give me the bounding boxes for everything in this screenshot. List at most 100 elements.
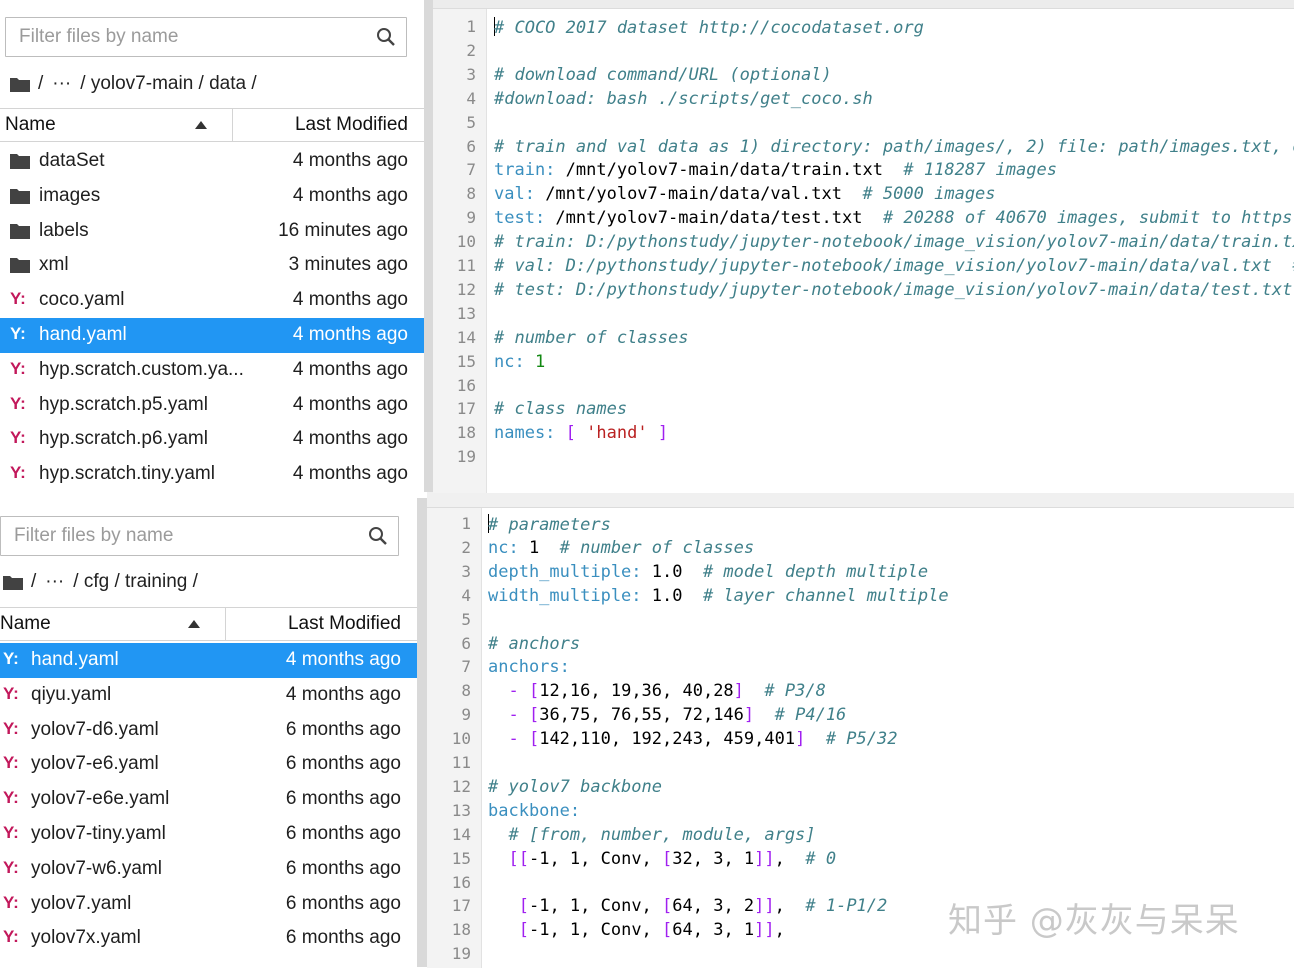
line-number: 11 bbox=[456, 256, 476, 275]
file-name: hand.yaml bbox=[39, 323, 127, 345]
breadcrumb-ellipsis[interactable]: ··· bbox=[45, 571, 64, 593]
breadcrumb-root[interactable]: / bbox=[31, 571, 36, 593]
file-row[interactable]: Y: coco.yaml 4 months ago bbox=[0, 283, 424, 318]
file-name: qiyu.yaml bbox=[31, 683, 112, 705]
search-icon[interactable] bbox=[368, 526, 388, 546]
file-name: hyp.scratch.p6.yaml bbox=[39, 428, 208, 450]
code-token: [ bbox=[662, 848, 673, 869]
line-number: 2 bbox=[461, 537, 471, 557]
code-token: # model depth multiple bbox=[702, 561, 929, 582]
code-line: val: /mnt/yolov7-main/data/val.txt # 500… bbox=[494, 184, 996, 204]
file-row[interactable]: Y: hand.yaml 4 months ago bbox=[0, 317, 424, 353]
line-number: 13 bbox=[451, 800, 471, 820]
file-row[interactable]: Y: yolov7-w6.yaml 6 months ago bbox=[0, 852, 417, 887]
file-last-modified: 6 months ago bbox=[285, 927, 401, 949]
file-list-header-bottom: Name Last Modified bbox=[0, 607, 417, 641]
yaml-file-icon: Y: bbox=[10, 323, 26, 343]
file-last-modified: 3 minutes ago bbox=[288, 254, 408, 276]
file-row[interactable]: Y: hyp.scratch.tiny.yaml 4 months ago bbox=[0, 457, 424, 492]
code-line: [-1, 1, Conv, [64, 3, 2]], # 1-P1/2 bbox=[488, 896, 888, 917]
splitter-bottom[interactable] bbox=[417, 498, 427, 967]
breadcrumb-path[interactable]: / yolov7-main / data / bbox=[80, 73, 256, 95]
line-number: 2 bbox=[466, 40, 476, 60]
code-token: -1, 1, Conv, bbox=[528, 848, 663, 869]
code-token: 1 bbox=[534, 351, 546, 372]
code-token: # P5/32 bbox=[825, 729, 898, 750]
file-row[interactable]: xml 3 minutes ago bbox=[0, 248, 424, 283]
code-line: - [12,16, 19,36, 40,28] # P3/8 bbox=[488, 681, 825, 701]
column-name-header[interactable]: Name bbox=[0, 109, 233, 141]
code-token: # 5000 images bbox=[862, 184, 996, 205]
file-row[interactable]: dataSet 4 months ago bbox=[0, 144, 424, 179]
watermark: 知乎 @灰灰与呆呆 bbox=[948, 901, 1240, 941]
line-number: 18 bbox=[451, 920, 471, 940]
code-token: 36,75, 76,55, 72,146 bbox=[539, 705, 744, 726]
file-row[interactable]: Y: yolov7-e6e.yaml 6 months ago bbox=[0, 782, 417, 817]
file-row[interactable]: Y: qiyu.yaml 4 months ago bbox=[0, 678, 417, 713]
breadcrumb-bottom: / ··· / cfg / training / bbox=[3, 568, 207, 596]
yaml-file-icon: Y: bbox=[10, 393, 26, 413]
line-number-gutter: 1 2 3 4 5 6 7 8 9 10 11 12 13 14 15 16 17 18 19 bbox=[427, 508, 482, 968]
code-token: width_multiple: bbox=[488, 585, 642, 606]
file-last-modified: 4 months ago bbox=[292, 393, 408, 415]
yaml-file-icon: Y: bbox=[10, 358, 26, 378]
line-number: 9 bbox=[461, 705, 471, 725]
file-row[interactable]: Y: hand.yaml 4 months ago bbox=[0, 643, 417, 678]
splitter-top[interactable] bbox=[424, 0, 433, 492]
line-number: 10 bbox=[451, 729, 471, 749]
breadcrumb-ellipsis[interactable]: ··· bbox=[52, 73, 71, 95]
file-row[interactable]: Y: hyp.scratch.custom.ya... 4 months ago bbox=[0, 353, 424, 388]
code-token: nc: bbox=[494, 351, 525, 372]
file-last-modified: 4 months ago bbox=[292, 428, 408, 450]
code-token: val: bbox=[494, 184, 535, 205]
filter-placeholder: Filter files by name bbox=[14, 525, 174, 546]
file-row[interactable]: Y: yolov7x.yaml 6 months ago bbox=[0, 921, 417, 956]
column-name-header[interactable]: Name bbox=[0, 608, 226, 640]
file-name: hyp.scratch.tiny.yaml bbox=[39, 463, 215, 485]
file-row[interactable]: Y: hyp.scratch.p6.yaml 4 months ago bbox=[0, 422, 424, 457]
line-number: 8 bbox=[466, 184, 476, 204]
tab-bar-top bbox=[433, 0, 1294, 8]
line-number: 7 bbox=[461, 657, 471, 677]
line-number: 13 bbox=[456, 303, 476, 323]
file-row[interactable]: Y: hyp.scratch.p5.yaml 4 months ago bbox=[0, 388, 424, 423]
column-last-modified-header[interactable]: Last Modified bbox=[233, 109, 424, 141]
code-line: - [36,75, 76,55, 72,146] # P4/16 bbox=[488, 705, 846, 725]
file-row[interactable]: labels 16 minutes ago bbox=[0, 214, 424, 249]
code-token: # P4/16 bbox=[774, 705, 847, 726]
breadcrumb-root[interactable]: / bbox=[38, 73, 43, 95]
yaml-file-icon: Y: bbox=[10, 463, 26, 483]
code-token: # COCO 2017 dataset http://cocodataset.o… bbox=[494, 18, 924, 38]
breadcrumb-path[interactable]: / cfg / training / bbox=[73, 571, 198, 593]
file-row[interactable]: Y: yolov7-d6.yaml 6 months ago bbox=[0, 713, 417, 748]
code-token: 32, 3, 1 bbox=[672, 848, 755, 869]
code-token: anchors: bbox=[488, 657, 570, 678]
line-number: 6 bbox=[461, 633, 471, 653]
file-name: dataSet bbox=[39, 150, 105, 171]
line-number: 18 bbox=[456, 423, 476, 443]
file-name: yolov7x.yaml bbox=[31, 927, 141, 949]
line-number: 17 bbox=[451, 896, 471, 916]
code-token: ]] bbox=[754, 896, 775, 917]
code-token: ] bbox=[743, 705, 755, 726]
folder-icon[interactable] bbox=[10, 77, 30, 92]
code-token: # 118287 images bbox=[903, 160, 1057, 181]
yaml-file-icon: Y: bbox=[3, 753, 19, 773]
code-line: # train: D:/pythonstudy/jupyter-notebook… bbox=[494, 232, 1294, 252]
file-row[interactable]: Y: yolov7-tiny.yaml 6 months ago bbox=[0, 817, 417, 852]
yaml-file-icon: Y: bbox=[10, 428, 26, 448]
code-editor-top[interactable]: 1 2 3 4 5 6 7 8 9 10 11 12 13 14 15 16 17 18 19 # COCO 201… bbox=[433, 8, 1294, 493]
file-row[interactable]: Y: yolov7-e6.yaml 6 months ago bbox=[0, 747, 417, 782]
file-row[interactable]: Y: yolov7.yaml 6 months ago bbox=[0, 887, 417, 922]
column-last-modified-header[interactable]: Last Modified bbox=[226, 608, 417, 640]
filter-files-input[interactable]: Filter files by name bbox=[0, 516, 399, 556]
filter-files-input[interactable]: Filter files by name bbox=[5, 17, 407, 57]
search-icon[interactable] bbox=[376, 27, 396, 47]
folder-icon[interactable] bbox=[3, 575, 23, 590]
yaml-file-icon: Y: bbox=[3, 649, 19, 668]
yaml-file-icon: Y: bbox=[3, 822, 19, 842]
file-row[interactable]: images 4 months ago bbox=[0, 179, 424, 214]
